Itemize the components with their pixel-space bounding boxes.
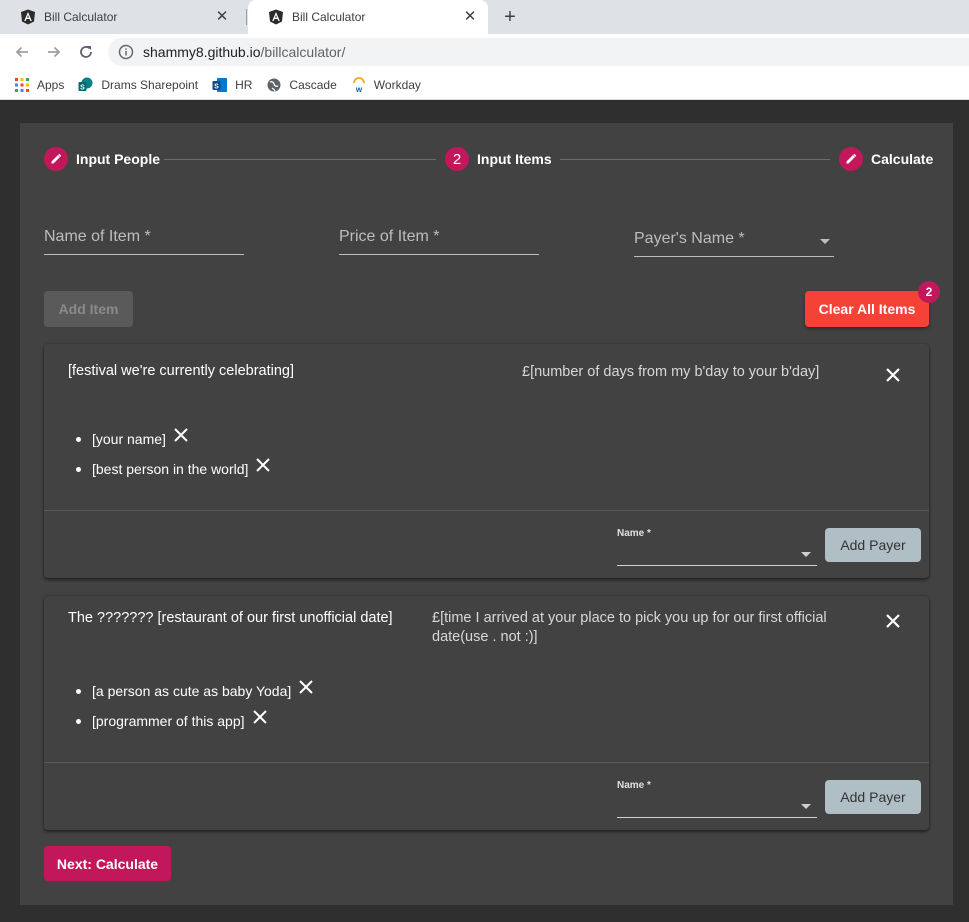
bookmark-label: Workday [373,77,421,92]
payer-name: [programmer of this app] [92,713,245,729]
divider [44,510,929,511]
add-payer-button[interactable]: Add Payer [825,528,921,562]
step-calculate[interactable]: Calculate [839,147,933,171]
angular-logo-icon [269,9,283,25]
svg-text:S: S [81,84,86,91]
item-card: [festival we're currently celebrating] £… [44,344,929,578]
payer-name: [your name] [92,431,166,447]
app-root: Input People 2 Input Items Calculate Nam… [0,101,969,922]
item-name: The ??????? [restaurant of our first uno… [68,610,393,626]
tab-title: Bill Calculator [44,10,118,24]
field-label: Name * [617,780,651,791]
dropdown-arrow-icon [801,552,811,557]
list-item: [a person as cute as baby Yoda] [75,680,314,699]
browser-tab-bar: Bill Calculator ✕ Bill Calculator ✕ + [0,0,969,34]
bookmark-apps[interactable]: Apps [14,77,64,93]
step-label: Calculate [871,151,934,167]
reload-icon[interactable] [77,43,95,61]
item-count-badge: 2 [918,281,940,303]
remove-payer-icon[interactable] [252,709,268,725]
globe-icon [267,78,281,91]
bookmark-drams-sharepoint[interactable]: S Drams Sharepoint [78,77,198,93]
step-label: Input Items [477,151,552,167]
workday-logo-icon: w [352,76,365,93]
field-label: Payer's Name * [634,230,745,247]
bookmark-label: HR [235,77,253,92]
bookmark-label: Apps [37,77,65,92]
step-connector [560,159,830,160]
apps-grid-icon [15,77,29,92]
new-tab-icon[interactable]: + [500,7,520,27]
next-calculate-button[interactable]: Next: Calculate [44,846,171,881]
close-tab-icon[interactable]: ✕ [462,9,478,25]
svg-text:S: S [214,83,219,90]
step-badge [44,147,68,171]
payer-name-select[interactable]: Name * [617,780,817,818]
bookmark-cascade[interactable]: Cascade [266,77,337,93]
item-price: £[time I arrived at your place to pick y… [432,609,827,647]
sharepoint-icon: S [212,77,228,92]
list-item: [programmer of this app] [76,710,268,729]
item-price-line: date(use . not :)] [432,629,538,645]
step-badge: 2 [445,147,469,171]
item-price-input[interactable]: Price of Item * [339,225,539,255]
remove-item-icon[interactable] [884,612,902,630]
back-arrow-icon[interactable] [13,43,31,61]
payer-name-select[interactable]: Payer's Name * [634,227,834,257]
field-label: Name of Item * [44,228,151,245]
step-input-items[interactable]: 2 Input Items [445,147,552,171]
payer-name: [a person as cute as baby Yoda] [92,683,292,699]
list-item: [best person in the world] [75,458,271,477]
dropdown-arrow-icon [801,804,811,809]
bookmark-label: Drams Sharepoint [101,77,199,92]
remove-payer-icon[interactable] [298,679,314,695]
remove-payer-icon[interactable] [255,457,271,473]
remove-payer-icon[interactable] [173,427,189,443]
edit-pencil-icon [51,153,62,164]
bookmark-workday[interactable]: w Workday [351,76,421,93]
site-info-icon[interactable] [118,44,134,60]
stepper-card: Input People 2 Input Items Calculate Nam… [20,123,953,905]
browser-toolbar: shammy8.github.io/billcalculator/ [0,34,969,70]
edit-pencil-icon [846,153,857,164]
clear-all-items-button[interactable]: Clear All Items [805,291,929,327]
item-name-input[interactable]: Name of Item * [44,225,244,255]
url-host: shammy8.github.io [143,44,261,60]
divider [44,762,929,763]
add-item-button[interactable]: Add Item [44,291,133,327]
item-card: The ??????? [restaurant of our first uno… [44,596,929,830]
close-tab-icon[interactable]: ✕ [214,9,230,25]
item-name: [festival we're currently celebrating] [68,363,295,379]
tab-title: Bill Calculator [292,10,366,24]
list-item: [your name] [76,428,189,447]
browser-tab-2-active[interactable]: Bill Calculator ✕ [248,0,488,34]
sharepoint-icon: S [78,77,93,91]
bookmark-hr[interactable]: S HR [212,77,252,93]
url-path: /billcalculator/ [260,44,346,60]
add-payer-button[interactable]: Add Payer [825,780,921,814]
svg-text:w: w [355,85,363,93]
step-label: Input People [76,151,160,167]
item-price: £[number of days from my b'day to your b… [522,364,820,380]
dropdown-arrow-icon [820,239,830,244]
payer-name-select[interactable]: Name * [617,528,817,566]
angular-logo-icon [21,9,35,25]
field-label: Price of Item * [339,228,440,245]
step-input-people[interactable]: Input People [44,147,160,171]
step-connector [164,159,436,160]
payer-name: [best person in the world] [92,461,249,477]
browser-tab-1[interactable]: Bill Calculator ✕ [0,0,240,34]
item-price-line: £[time I arrived at your place to pick y… [432,610,827,626]
remove-item-icon[interactable] [884,366,902,384]
field-label: Name * [617,528,651,539]
tab-separator [246,9,247,25]
bookmarks-bar: Apps S Drams Sharepoint S HR Cascade w W… [0,70,969,100]
step-badge [839,147,863,171]
address-bar[interactable]: shammy8.github.io/billcalculator/ [108,38,969,66]
bookmark-label: Cascade [289,77,337,92]
forward-arrow-icon[interactable] [45,43,63,61]
